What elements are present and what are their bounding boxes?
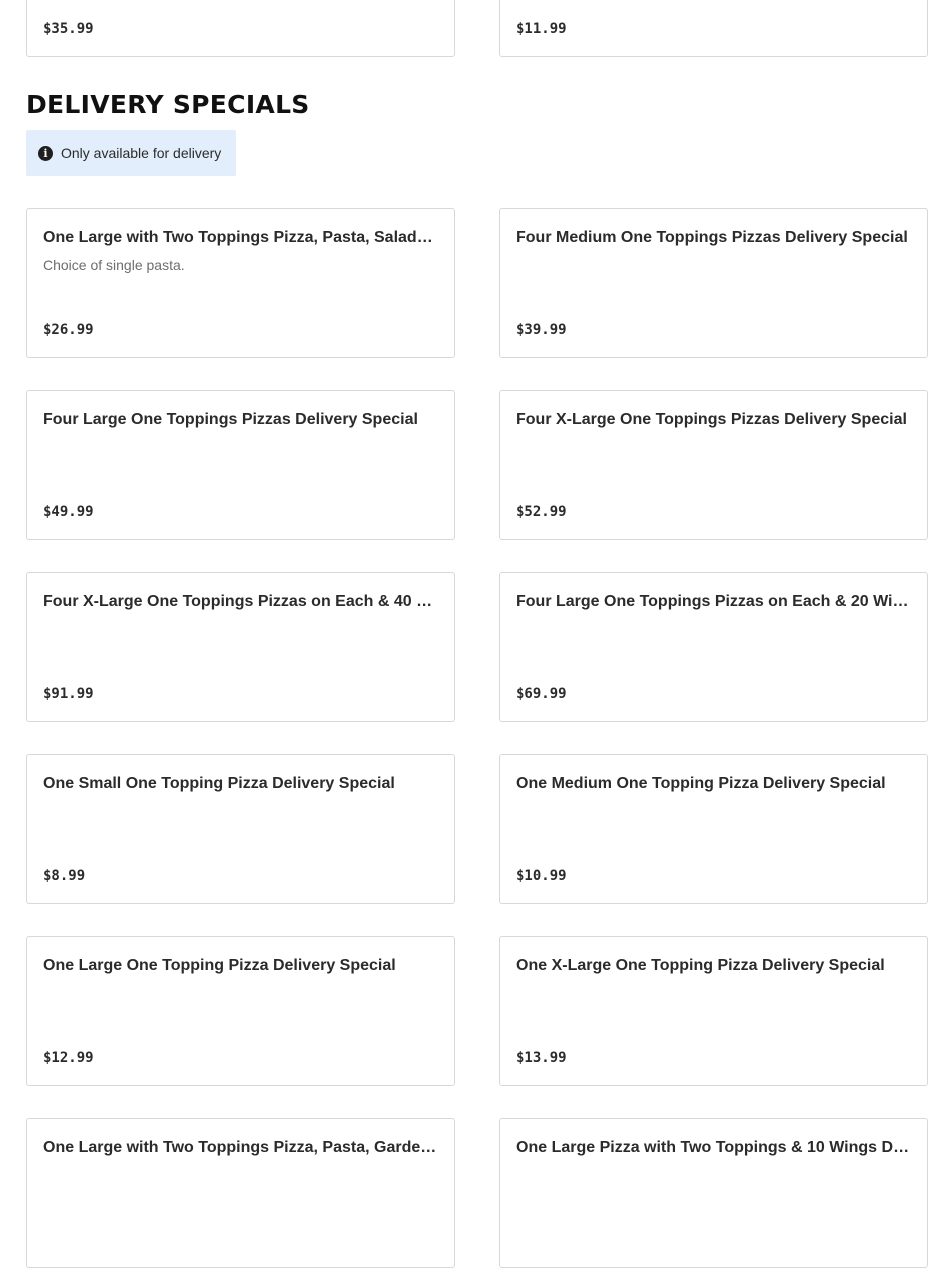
item-title: Four X-Large One Toppings Pizzas on Each… — [43, 593, 437, 610]
item-title: One Large with Two Toppings Pizza, Pasta… — [43, 1139, 437, 1156]
item-title: One Small One Topping Pizza Delivery Spe… — [43, 775, 395, 792]
item-title: One Large One Topping Pizza Delivery Spe… — [43, 957, 396, 974]
menu-item-card[interactable]: $11.99 — [499, 0, 928, 57]
item-price: $49.99 — [43, 504, 94, 520]
menu-item-card[interactable]: One X-Large One Topping Pizza Delivery S… — [499, 936, 928, 1086]
item-title: One Large with Two Toppings Pizza, Pasta… — [43, 229, 437, 246]
menu-item-card[interactable]: $35.99 — [26, 0, 455, 57]
delivery-notice-text: Only available for delivery — [61, 145, 222, 161]
delivery-notice: i Only available for delivery — [26, 130, 236, 176]
item-price: $91.99 — [43, 686, 94, 702]
item-title: Four Large One Toppings Pizzas on Each &… — [516, 593, 910, 610]
item-price: $26.99 — [43, 322, 94, 338]
item-price: $8.99 — [43, 868, 86, 884]
menu-item-card[interactable]: Four Medium One Toppings Pizzas Delivery… — [499, 208, 928, 358]
item-price: $39.99 — [516, 322, 567, 338]
item-title: One Large Pizza with Two Toppings & 10 W… — [516, 1139, 910, 1156]
info-icon: i — [38, 145, 53, 161]
item-title: One Medium One Topping Pizza Delivery Sp… — [516, 775, 886, 792]
menu-item-card[interactable]: One Large One Topping Pizza Delivery Spe… — [26, 936, 455, 1086]
menu-item-card[interactable]: One Large with Two Toppings Pizza, Pasta… — [26, 208, 455, 358]
menu-item-card[interactable]: One Medium One Topping Pizza Delivery Sp… — [499, 754, 928, 904]
menu-item-card[interactable]: Four X-Large One Toppings Pizzas Deliver… — [499, 390, 928, 540]
item-price: $69.99 — [516, 686, 567, 702]
item-title: Four Large One Toppings Pizzas Delivery … — [43, 411, 418, 428]
menu-item-card[interactable]: One Large Pizza with Two Toppings & 10 W… — [499, 1118, 928, 1268]
menu-item-card[interactable]: One Large with Two Toppings Pizza, Pasta… — [26, 1118, 455, 1268]
item-title: Four Medium One Toppings Pizzas Delivery… — [516, 229, 908, 246]
menu-item-card[interactable]: Four Large One Toppings Pizzas Delivery … — [26, 390, 455, 540]
item-price: $35.99 — [43, 21, 94, 37]
item-price: $13.99 — [516, 1050, 567, 1066]
item-title: Four X-Large One Toppings Pizzas Deliver… — [516, 411, 907, 428]
item-price: $11.99 — [516, 21, 567, 37]
menu-item-card[interactable]: Four Large One Toppings Pizzas on Each &… — [499, 572, 928, 722]
item-price: $12.99 — [43, 1050, 94, 1066]
menu-item-card[interactable]: One Small One Topping Pizza Delivery Spe… — [26, 754, 455, 904]
menu-item-card[interactable]: Four X-Large One Toppings Pizzas on Each… — [26, 572, 455, 722]
section-title: DELIVERY SPECIALS — [26, 90, 310, 119]
item-description: Choice of single pasta. — [43, 257, 185, 273]
item-price: $52.99 — [516, 504, 567, 520]
item-title: One X-Large One Topping Pizza Delivery S… — [516, 957, 885, 974]
item-price: $10.99 — [516, 868, 567, 884]
